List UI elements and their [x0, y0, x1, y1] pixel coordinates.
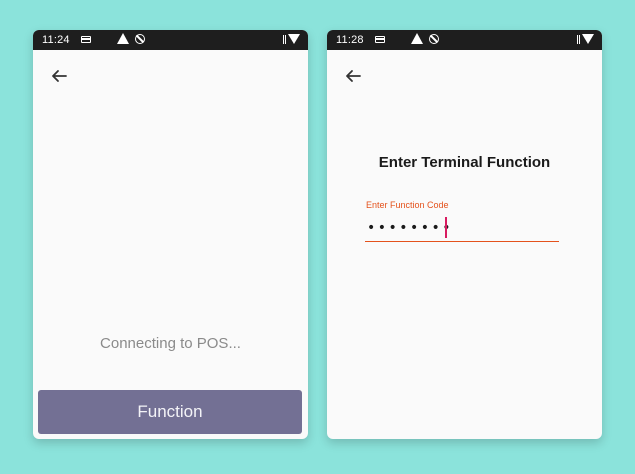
text-caret	[445, 217, 447, 238]
data-icon	[577, 34, 580, 44]
status-right-icons	[283, 34, 300, 44]
page-title: Enter Terminal Function	[378, 154, 551, 171]
blocked-icon	[429, 34, 439, 44]
connecting-status: Connecting to POS...	[100, 335, 241, 352]
wifi-icon	[288, 34, 300, 44]
function-button[interactable]: Function	[38, 390, 302, 434]
wifi-icon	[582, 34, 594, 44]
left-screen: 11:24 Connecting to POS... Function	[33, 30, 308, 439]
status-bar: 11:24	[33, 30, 308, 50]
status-bar: 11:28	[327, 30, 602, 50]
sim-card-icon	[81, 36, 91, 43]
function-code-field[interactable]: ••••••••	[365, 216, 559, 242]
back-arrow-icon[interactable]	[341, 64, 365, 88]
status-right-icons	[577, 34, 594, 44]
background-frame: 11:24 Connecting to POS... Function 11:2…	[0, 0, 635, 474]
function-code-label: Enter Function Code	[366, 200, 449, 210]
data-icon	[283, 34, 286, 44]
warning-icon	[411, 33, 423, 44]
function-code-value: ••••••••	[367, 220, 454, 236]
blocked-icon	[135, 34, 145, 44]
status-time: 11:24	[42, 34, 70, 46]
warning-icon	[117, 33, 129, 44]
status-time: 11:28	[336, 34, 364, 46]
right-screen: 11:28 Enter Terminal Function Enter Func…	[327, 30, 602, 439]
sim-card-icon	[375, 36, 385, 43]
back-arrow-icon[interactable]	[47, 64, 71, 88]
